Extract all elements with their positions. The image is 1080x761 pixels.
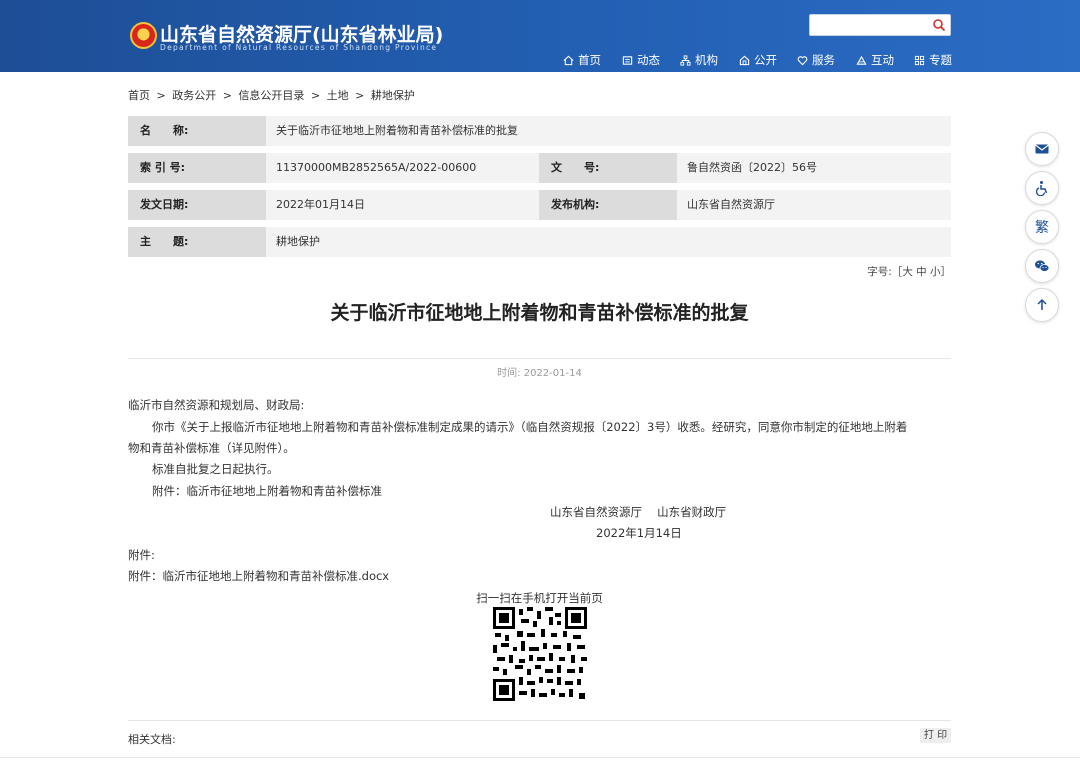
article-sign-date: 2022年1月14日	[596, 526, 682, 540]
breadcrumb-catalog[interactable]: 信息公开目录	[238, 89, 304, 102]
nav-news[interactable]: 动态	[622, 52, 660, 68]
back-to-top-icon	[1037, 298, 1047, 310]
traditional-chinese-icon: 繁	[1035, 220, 1049, 236]
meta-value-index: 11370000MB2852565A/2022-00600	[276, 161, 477, 174]
meta-label-name: 名 称:	[128, 116, 266, 146]
national-emblem-icon	[130, 22, 157, 49]
article-signature: 山东省自然资源厅 山东省财政厅	[550, 505, 727, 519]
mail-button[interactable]	[1025, 132, 1059, 166]
publish-time-value: 2022-01-14	[523, 368, 582, 379]
attachment-link[interactable]: 附件：临沂市征地地上附着物和青苗补偿标准.docx	[128, 568, 389, 584]
breadcrumb-separator: >	[222, 89, 232, 102]
font-size-prefix: 字号:［	[867, 266, 903, 278]
nav-label: 动态	[637, 53, 660, 67]
open-icon	[739, 55, 750, 65]
breadcrumb-separator: >	[355, 89, 365, 102]
article-salutation: 临沂市自然资源和规划局、财政局:	[128, 398, 305, 412]
meta-value-docno: 鲁自然资函〔2022〕56号	[687, 161, 817, 174]
meta-row-date: 发文日期: 2022年01月14日 发布机构: 山东省自然资源厅	[128, 190, 951, 220]
article-attachment-note: 附件：临沂市征地地上附着物和青苗补偿标准	[152, 484, 382, 498]
breadcrumb-land[interactable]: 土地	[327, 89, 349, 102]
article-paragraph: 标准自批复之日起执行。	[152, 462, 279, 476]
breadcrumb-home[interactable]: 首页	[128, 89, 150, 102]
qr-code-icon	[493, 607, 587, 701]
meta-value-name: 关于临沂市征地地上附着物和青苗补偿标准的批复	[276, 124, 518, 137]
nav-label: 专题	[929, 53, 952, 67]
article-paragraph: 物和青苗补偿标准（详见附件）。	[128, 441, 295, 455]
meta-value-topic: 耕地保护	[276, 235, 320, 248]
page-bottom-divider	[0, 757, 1080, 758]
mail-icon	[1035, 144, 1049, 154]
meta-label-index: 索 引 号:	[128, 153, 266, 183]
heart-icon	[797, 55, 808, 65]
org-icon	[680, 54, 691, 66]
meta-row-index: 索 引 号: 11370000MB2852565A/2022-00600 文 号…	[128, 153, 951, 183]
print-button[interactable]: 打 印	[920, 728, 951, 743]
meta-row-name: 名 称: 关于临沂市征地地上附着物和青苗补偿标准的批复	[128, 116, 951, 146]
search-icon[interactable]	[932, 18, 946, 32]
article-title: 关于临沂市征地地上附着物和青苗补偿标准的批复	[330, 302, 749, 324]
qr-caption: 扫一扫在手机打开当前页	[476, 591, 603, 605]
font-size-large[interactable]: 大	[902, 266, 913, 278]
breadcrumb-separator: >	[310, 89, 321, 102]
breadcrumb: 首页 > 政务公开 > 信息公开目录 > 土地 > 耕地保护	[128, 87, 418, 103]
accessibility-icon	[1035, 181, 1048, 196]
meta-label-org: 发布机构:	[539, 190, 677, 220]
meta-label-date: 发文日期:	[128, 190, 266, 220]
nav-org[interactable]: 机构	[680, 52, 718, 68]
nav-topic[interactable]: 专题	[914, 52, 952, 68]
wechat-button[interactable]	[1025, 249, 1059, 283]
meta-row-topic: 主 题: 耕地保护	[128, 227, 951, 257]
site-header: 山东省自然资源厅(山东省林业局) Department of Natural R…	[0, 0, 1080, 72]
nav-label: 公开	[754, 53, 777, 67]
news-icon	[622, 55, 633, 65]
title-divider	[128, 358, 951, 359]
nav-home[interactable]: 首页	[563, 52, 601, 68]
publish-time: 时间: 2022-01-14	[128, 364, 951, 379]
font-size-small[interactable]: 小	[930, 266, 941, 278]
related-divider	[128, 720, 951, 721]
breadcrumb-farmland[interactable]: 耕地保护	[371, 89, 415, 102]
attachments-label: 附件:	[128, 548, 155, 562]
breadcrumb-separator: >	[156, 89, 166, 102]
nav-open[interactable]: 公开	[739, 52, 777, 68]
accessibility-button[interactable]	[1025, 171, 1059, 205]
wechat-icon	[1035, 260, 1050, 272]
breadcrumb-gov-affairs[interactable]: 政务公开	[172, 89, 216, 102]
site-subtitle: Department of Natural Resources of Shand…	[160, 43, 438, 52]
article-paragraph: 你市《关于上报临沂市征地地上附着物和青苗补偿标准制定成果的请示》（临自然资规报〔…	[152, 420, 908, 434]
grid-icon	[914, 55, 925, 65]
traditional-chinese-button[interactable]: 繁	[1025, 210, 1059, 244]
nav-label: 机构	[695, 53, 718, 67]
meta-label-topic: 主 题:	[128, 227, 266, 257]
search-box	[809, 14, 951, 36]
font-size-medium[interactable]: 中	[916, 266, 927, 278]
home-icon	[563, 55, 574, 65]
meta-value-org: 山东省自然资源厅	[687, 198, 775, 211]
related-docs-label: 相关文档:	[128, 733, 176, 746]
meta-label-docno: 文 号:	[539, 153, 677, 183]
nav-interact[interactable]: 互动	[856, 52, 894, 68]
font-size-suffix: ］	[940, 266, 952, 278]
nav-label: 首页	[578, 53, 601, 67]
back-to-top-button[interactable]	[1025, 288, 1059, 322]
publish-time-label: 时间:	[497, 368, 521, 379]
meta-value-date: 2022年01月14日	[276, 198, 365, 211]
nav-label: 互动	[871, 53, 894, 67]
interact-icon	[856, 55, 867, 65]
nav-service[interactable]: 服务	[797, 52, 835, 68]
font-size-switcher: 字号:［大 中 小］	[867, 264, 951, 279]
nav-label: 服务	[812, 53, 835, 67]
search-input[interactable]	[810, 15, 930, 35]
